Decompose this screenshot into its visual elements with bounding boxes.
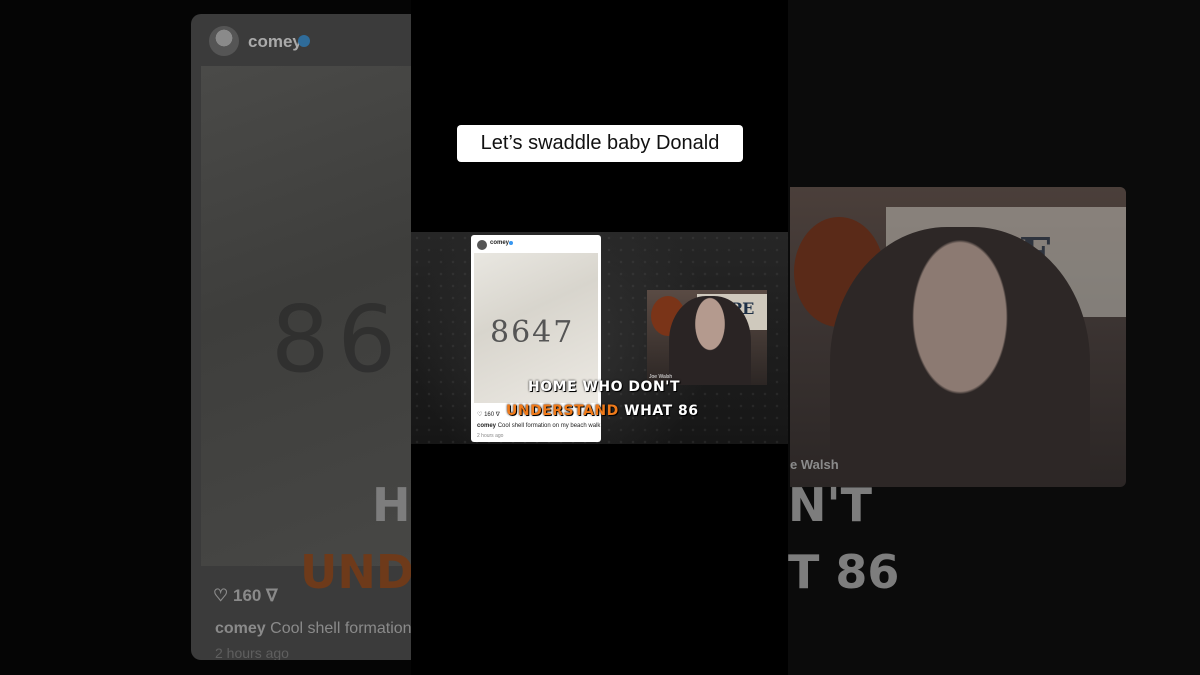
shell-formation-text: 86 [271,286,405,393]
webcam-feed: HOPE [647,290,767,385]
background-caption-user: comey [215,620,266,637]
background-caption-fragment-1: H [372,478,411,532]
heart-icon: ♡ [213,586,229,605]
background-person [830,227,1090,487]
background-caption-fragment-2: UND [300,545,415,599]
background-like-count: 160 [232,586,262,605]
overlay-title: Let’s swaddle baby Donald [457,125,743,162]
speaker [669,296,751,385]
heart-icon: ♡ [477,412,483,418]
background-webcam: HOPE [790,187,1126,487]
shell-formation-text: 8647 [490,315,575,350]
avatar [477,240,487,250]
post-timestamp: 2 hours ago [477,433,504,439]
caption-line-1: HOME WHO DON'T [528,379,680,395]
caption-line-2-rest: WHAT 86 [618,403,699,419]
post-username: comey [490,240,510,246]
background-caption: comey Cool shell formation [215,620,411,638]
background-username: comey [248,32,302,51]
video-frame[interactable]: comey 8647 ♡ 160 ∇ comey Cool shell form… [411,232,788,444]
background-caption-text: Cool shell formation [270,620,411,637]
caption-highlight: UNDERSTAND [506,403,619,419]
background-likes: ♡ 160 ∇ [213,586,277,606]
background-timestamp: 2 hours ago [215,645,289,660]
background-right-caption-1: N'T [788,478,872,532]
share-icon: ∇ [495,412,500,418]
background-name-fragment: e Walsh [790,457,839,472]
caption-line-2: UNDERSTAND WHAT 86 [506,403,698,419]
background-right-caption-2: T 86 [788,545,900,599]
share-icon: ∇ [266,586,278,605]
like-count: 160 [484,412,495,418]
post-caption: comey Cool shell formation on my beach w… [477,423,600,429]
post-caption-text: Cool shell formation on my beach walk [497,423,601,429]
verified-icon [298,35,310,47]
verified-icon [509,241,513,245]
background-post-header: comey [191,14,411,66]
post-likes: ♡ 160 ∇ [477,411,500,418]
avatar [209,26,239,56]
post-caption-user: comey [477,423,497,429]
